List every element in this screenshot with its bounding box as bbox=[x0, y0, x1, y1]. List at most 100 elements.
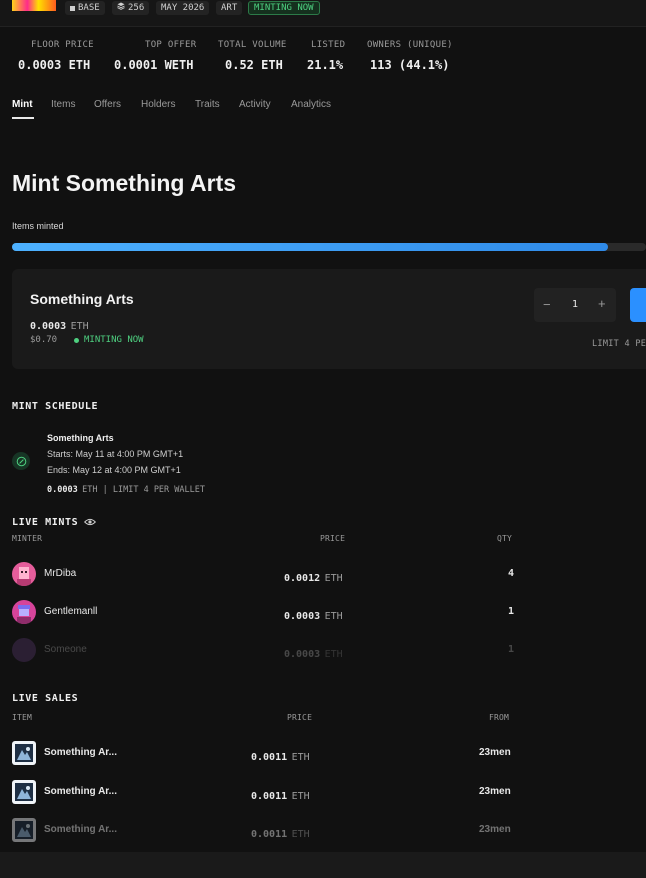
minter-name[interactable]: Someone bbox=[44, 644, 87, 655]
price-unit: ETH bbox=[324, 649, 343, 660]
tab-traits[interactable]: Traits bbox=[195, 99, 220, 110]
price-value: 0.0011 bbox=[251, 752, 288, 763]
link-icon bbox=[16, 456, 26, 466]
sale-item-name[interactable]: Something Ar... bbox=[44, 824, 117, 835]
schedule-icon bbox=[12, 452, 30, 470]
col-qty: QTY bbox=[497, 534, 513, 543]
price-unit: ETH bbox=[324, 611, 343, 622]
stat-volume-value: 0.52 ETH bbox=[225, 58, 283, 72]
col-minter: MINTER bbox=[12, 534, 43, 543]
decrement-button[interactable]: − bbox=[543, 297, 551, 312]
sale-from[interactable]: 23men bbox=[479, 824, 511, 835]
stat-offer-label: TOP OFFER bbox=[145, 40, 197, 50]
mint-row-price: 0.0003 ETH bbox=[284, 644, 343, 662]
mint-limit-text: LIMIT 4 PE bbox=[592, 339, 646, 349]
mint-status-label: MINTING NOW bbox=[84, 335, 144, 345]
schedule-price-suffix: ETH | LIMIT 4 PER WALLET bbox=[82, 485, 205, 495]
sale-from[interactable]: 23men bbox=[479, 786, 511, 797]
square-icon bbox=[70, 5, 75, 11]
tab-activity[interactable]: Activity bbox=[239, 99, 271, 110]
mint-row-qty: 4 bbox=[508, 568, 515, 579]
live-mints-heading: LIVE MINTS bbox=[12, 516, 79, 528]
col-item: ITEM bbox=[12, 713, 33, 722]
stat-owners-value: 113 (44.1%) bbox=[370, 58, 450, 72]
live-mints-header: LIVE MINTS bbox=[12, 513, 97, 531]
stat-offer-value: 0.0001 WETH bbox=[114, 58, 194, 72]
stat-floor-value: 0.0003 ETH bbox=[18, 58, 91, 72]
tab-items[interactable]: Items bbox=[51, 99, 75, 110]
supply-label: 256 bbox=[128, 3, 145, 13]
supply-badge: 256 bbox=[112, 1, 150, 15]
table-row: Someone 0.0003 ETH 1 bbox=[0, 638, 520, 662]
col-price: PRICE bbox=[320, 534, 346, 543]
col-from: FROM bbox=[489, 713, 510, 722]
active-tab-indicator bbox=[12, 117, 34, 119]
mint-row-price: 0.0003 ETH bbox=[284, 606, 343, 624]
nft-thumbnail[interactable] bbox=[12, 741, 36, 765]
avatar[interactable] bbox=[12, 638, 36, 662]
price-unit: ETH bbox=[324, 573, 343, 584]
price-value: 0.0011 bbox=[251, 791, 288, 802]
nft-thumbnail[interactable] bbox=[12, 818, 36, 842]
schedule-starts: Starts: May 11 at 4:00 PM GMT+1 bbox=[47, 449, 184, 459]
sale-item-name[interactable]: Something Ar... bbox=[44, 786, 117, 797]
sale-row-price: 0.0011 ETH bbox=[251, 824, 310, 842]
sale-row-price: 0.0011 ETH bbox=[251, 747, 310, 765]
mint-card-price: 0.0003 ETH bbox=[30, 316, 89, 334]
schedule-price-value: 0.0003 bbox=[47, 485, 78, 495]
nft-thumbnail[interactable] bbox=[12, 780, 36, 804]
quantity-value[interactable]: 1 bbox=[572, 299, 578, 310]
tab-offers[interactable]: Offers bbox=[94, 99, 121, 110]
mint-status: MINTING NOW bbox=[74, 335, 144, 345]
stat-listed-value: 21.1% bbox=[307, 58, 344, 72]
bottom-panel bbox=[0, 852, 646, 878]
sale-from[interactable]: 23men bbox=[479, 747, 511, 758]
sale-item-name[interactable]: Something Ar... bbox=[44, 747, 117, 758]
live-sales-heading: LIVE SALES bbox=[12, 693, 79, 704]
tab-holders[interactable]: Holders bbox=[141, 99, 175, 110]
category-label: ART bbox=[221, 3, 238, 13]
mint-row-qty: 1 bbox=[508, 644, 515, 655]
price-unit: ETH bbox=[291, 829, 310, 840]
layers-icon bbox=[117, 1, 125, 15]
price-value: 0.0003 bbox=[284, 611, 321, 622]
mint-progress-bar bbox=[12, 243, 646, 251]
mint-row-qty: 1 bbox=[508, 606, 515, 617]
stat-floor-label: FLOOR PRICE bbox=[31, 40, 94, 50]
mint-usd-price: $0.70 bbox=[30, 335, 58, 345]
collection-thumbnail[interactable] bbox=[12, 0, 56, 11]
schedule-name: Something Arts bbox=[47, 433, 114, 443]
date-badge: MAY 2026 bbox=[156, 1, 210, 15]
mint-progress-fill bbox=[12, 243, 608, 251]
mint-price-value: 0.0003 bbox=[30, 321, 67, 332]
status-label: MINTING NOW bbox=[254, 3, 314, 13]
sale-row-price: 0.0011 ETH bbox=[251, 786, 310, 804]
mint-price-unit: ETH bbox=[70, 321, 89, 332]
stat-owners-label: OWNERS (UNIQUE) bbox=[367, 40, 453, 50]
price-unit: ETH bbox=[291, 791, 310, 802]
schedule-price: 0.0003 ETH | LIMIT 4 PER WALLET bbox=[47, 479, 205, 497]
mint-card-name: Something Arts bbox=[30, 291, 134, 307]
price-value: 0.0011 bbox=[251, 829, 288, 840]
price-unit: ETH bbox=[291, 752, 310, 763]
increment-button[interactable]: + bbox=[598, 296, 606, 311]
minter-name[interactable]: Gentlemanll bbox=[44, 606, 97, 617]
progress-label: Items minted bbox=[12, 221, 64, 231]
mint-row-price: 0.0012 ETH bbox=[284, 568, 343, 586]
status-badge: MINTING NOW bbox=[248, 1, 320, 15]
minter-name[interactable]: MrDiba bbox=[44, 568, 76, 579]
eye-icon[interactable] bbox=[84, 513, 97, 531]
stat-volume-label: TOTAL VOLUME bbox=[218, 40, 287, 50]
chain-badge: BASE bbox=[65, 1, 105, 15]
mint-button[interactable] bbox=[630, 288, 646, 322]
live-dot-icon bbox=[74, 337, 79, 343]
col-price: PRICE bbox=[287, 713, 313, 722]
chain-label: BASE bbox=[78, 3, 100, 13]
date-label: MAY 2026 bbox=[161, 3, 205, 13]
table-row: Something Ar... 0.0011 ETH 23men bbox=[0, 818, 520, 842]
avatar[interactable] bbox=[12, 562, 36, 586]
price-value: 0.0012 bbox=[284, 573, 321, 584]
tab-mint[interactable]: Mint bbox=[12, 99, 33, 110]
tab-analytics[interactable]: Analytics bbox=[291, 99, 331, 110]
avatar[interactable] bbox=[12, 600, 36, 624]
